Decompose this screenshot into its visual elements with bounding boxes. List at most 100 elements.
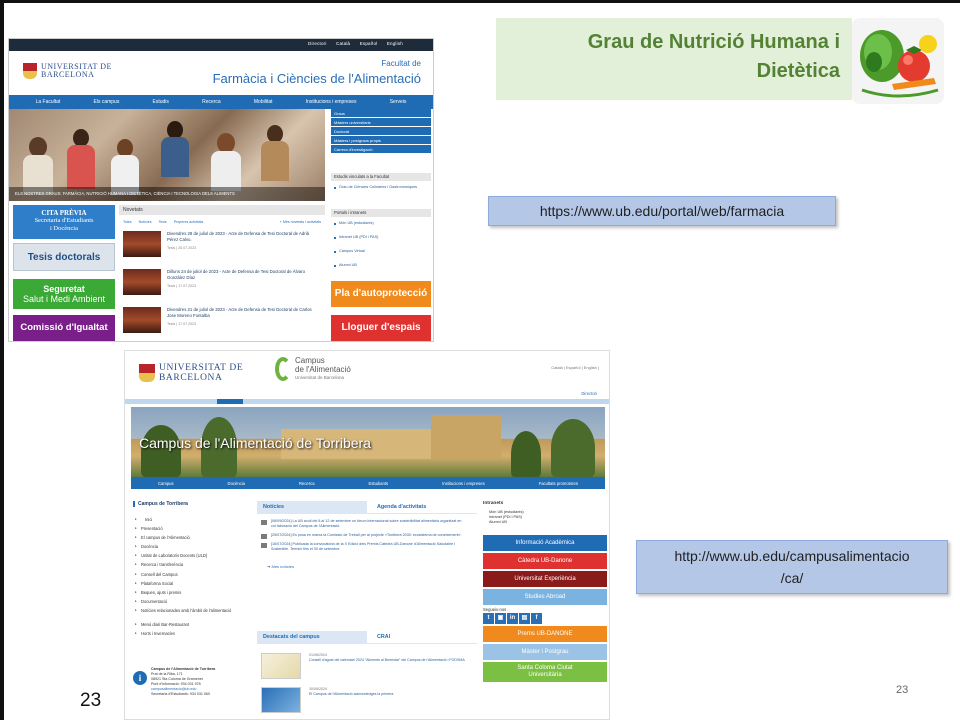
s1-menu-postgraus[interactable]: Màsters i postgraus propis [331, 136, 431, 145]
tab-destacats[interactable]: Destacats del campus [257, 631, 367, 644]
s1-news-more-link[interactable]: + Més novetats i activitats [280, 220, 321, 224]
sidebar-item-beques[interactable]: Beques, ajuts i premis [133, 590, 253, 599]
news-item[interactable]: [16/07/2024] Publicada la convocatòria d… [261, 542, 473, 552]
s2-ub-logo[interactable]: UNIVERSITAT DE BARCELONA [139, 363, 243, 383]
destacat-text[interactable]: Consell d'agost del calendari 2024 "Alim… [309, 658, 469, 663]
santa-coloma-button[interactable]: Santa Coloma Ciutat Universitària [483, 662, 607, 682]
slide-title-line2: Dietètica [756, 60, 840, 82]
campus-url-callout[interactable]: http://www.ub.edu/campusalimentacio /ca/ [636, 540, 948, 594]
list-item[interactable]: 30/06/2024 El Campus de l'Alimentació ac… [257, 683, 477, 717]
facebook-icon[interactable]: f [531, 613, 542, 624]
faculty-url-callout[interactable]: https://www.ub.edu/portal/web/farmacia [488, 196, 836, 226]
more-news-link[interactable]: ➔ Més notícies [261, 564, 473, 569]
s1-hero-image[interactable]: ELS NOSTRES GRAUS: FARMÀCIA, NUTRICIÓ HU… [9, 109, 325, 201]
s1-tab-totes[interactable]: Totes [123, 220, 132, 224]
twitter-icon[interactable]: t [483, 613, 494, 624]
sidebar-item-docencia[interactable]: Docència [133, 544, 253, 553]
s1-top-bar: Directori Català Español English [9, 39, 433, 51]
list-item[interactable]: Dilluns 24 de juliol de 2023 - Acte de D… [119, 267, 325, 305]
news-title[interactable]: Dilluns 24 de juliol de 2023 - Acte de D… [167, 269, 317, 280]
sidebar-item-plataforma[interactable]: Plataforma Social [133, 581, 253, 590]
s1-tesis-button[interactable]: Tesis doctorals [13, 243, 115, 271]
s1-link-english[interactable]: English [387, 41, 403, 46]
instagram-icon[interactable]: ▣ [495, 613, 506, 624]
slide-title-line1: Grau de Nutrició Humana i [587, 31, 840, 53]
s1-menu-masters[interactable]: Màsters universitaris [331, 118, 431, 127]
news-item[interactable]: [06/09/2024] La UB acull del 8 al 12 de … [261, 519, 473, 529]
s1-link-espanol[interactable]: Español [360, 41, 378, 46]
s2-left-title: Campus de Torribera [133, 501, 253, 507]
sidebar-item-documentacio[interactable]: Documentació [133, 599, 253, 608]
list-item[interactable]: 01/08/2024 Consell d'agost del calendari… [257, 649, 477, 683]
intranet-alumni[interactable]: Alumni UB [489, 520, 607, 525]
news-title[interactable]: Divendres 28 de juliol de 2023 - Acte de… [167, 231, 317, 242]
catedra-danone-button[interactable]: Càtedra UB-Danone [483, 553, 607, 569]
s1-autoproteccio-button[interactable]: Pla d'autoprotecció [331, 281, 431, 307]
s2-nav-facultats[interactable]: Facultats promotores [539, 481, 578, 486]
s2-campus-logo[interactable]: Campus de l'Alimentació Universitat de B… [275, 356, 351, 381]
sidebar-item-inici[interactable]: Inici [133, 517, 253, 526]
sidebar-item-recerca[interactable]: Recerca i transferència [133, 562, 253, 571]
sidebar-item-horts[interactable]: Horts i Invernacles [133, 631, 253, 640]
s1-link-directori[interactable]: Directori [308, 41, 327, 46]
sidebar-item-consell[interactable]: Consell del Campus [133, 572, 253, 581]
s1-tab-activitats[interactable]: Properes activitats [174, 220, 204, 224]
ub-crest-icon [139, 364, 155, 382]
sidebar-item-presentacio[interactable]: Presentació [133, 526, 253, 535]
news-title[interactable]: Divendres 21 de juliol de 2023 - Acte de… [167, 307, 317, 318]
s1-seguretat-button[interactable]: Seguretat Salut i Medi Ambient [13, 279, 115, 309]
s1-nav-mobilitat[interactable]: Mobilitat [254, 99, 273, 105]
s1-link-gastronomia[interactable]: Grau de Ciències Culinàries i Gastronòmi… [331, 185, 431, 199]
s2-directori-link[interactable]: Directori [581, 391, 597, 396]
page-number-left: 23 [80, 690, 102, 711]
news-item[interactable]: [25/07/2024] Es posa en marxa la Comissi… [261, 533, 473, 539]
sidebar-item-noticies[interactable]: Notícies relacionades amb l'àmbit de l'a… [133, 608, 253, 622]
sidebar-item-menu[interactable]: Menú diari Bar-Restaurant [133, 622, 253, 631]
s1-tab-noticies[interactable]: Notícies [139, 220, 152, 224]
list-item[interactable]: Divendres 21 de juliol de 2023 - Acte de… [119, 305, 325, 341]
s1-nav-campus[interactable]: Els campus [94, 99, 120, 105]
s1-nav-recerca[interactable]: Recerca [202, 99, 221, 105]
s1-nav-facultat[interactable]: La Facultat [36, 99, 61, 105]
s1-menu-graus[interactable]: Graus [331, 109, 431, 118]
s1-nav-institucions[interactable]: Institucions i empreses [306, 99, 357, 105]
s1-menu-carrera[interactable]: Carrera d'investigació [331, 145, 431, 154]
s1-portal-monub[interactable]: Món UB (estudiants) [331, 221, 431, 235]
sidebar-item-uld[interactable]: Unitat de Laboratoris Docents (ULD) [133, 553, 253, 562]
s2-nav-docencia[interactable]: Docència [228, 481, 245, 486]
s1-nav-serveis[interactable]: Serveis [390, 99, 407, 105]
s1-seguretat-line1: Seguretat [43, 284, 85, 294]
sidebar-item-campus[interactable]: El campus de l'Alimentació [133, 535, 253, 544]
s2-language-links[interactable]: Català | Español | English | [551, 365, 599, 370]
destacat-text[interactable]: El Campus de l'Alimentació acknowledges … [309, 692, 469, 697]
s1-portal-campus-virtual[interactable]: Campus Virtual [331, 249, 431, 263]
s1-tab-tesis[interactable]: Tesis [159, 220, 167, 224]
s2-nav-institucions[interactable]: Institucions i empreses [442, 481, 485, 486]
prems-danone-button[interactable]: Prems UB-DANONE [483, 626, 607, 642]
s1-lloguer-button[interactable]: Lloguer d'espais [331, 315, 431, 341]
s1-ub-logo[interactable]: UNIVERSITAT DE BARCELONA [23, 63, 112, 79]
s1-portal-alumni[interactable]: Alumni UB [331, 263, 431, 277]
s2-nav-campus[interactable]: Campus [158, 481, 174, 486]
master-postgrau-button[interactable]: Màster i Postgrau [483, 644, 607, 660]
s1-menu-doctorat[interactable]: Doctorat [331, 127, 431, 136]
tab-crai[interactable]: CRAI [367, 631, 477, 644]
s2-nav-estudiants[interactable]: Estudiants [369, 481, 389, 486]
more-news-label: Més notícies [271, 564, 294, 569]
s1-nav-estudis[interactable]: Estudis [153, 99, 169, 105]
linkedin-icon[interactable]: in [507, 613, 518, 624]
s2-nav-recerca[interactable]: Recerca [299, 481, 315, 486]
flickr-icon[interactable]: ▤ [519, 613, 530, 624]
s2-campus-banner: Campus de l'Alimentació de Torribera [131, 407, 605, 477]
s1-portal-intranet[interactable]: Intranet UB (PDI i PAS) [331, 235, 431, 249]
studies-abroad-button[interactable]: Studies Abroad [483, 589, 607, 605]
s2-intranets-title: Intranets [483, 501, 504, 506]
list-item[interactable]: Divendres 28 de juliol de 2023 - Acte de… [119, 229, 325, 267]
s1-link-catala[interactable]: Català [336, 41, 350, 46]
universitat-experiencia-button[interactable]: Universitat Experiència [483, 571, 607, 587]
s1-secretaria-button[interactable]: CITA PRÈVIA Secretaria d'Estudiants i Do… [13, 205, 115, 239]
tab-noticies[interactable]: Notícies [257, 501, 367, 514]
informacio-academica-button[interactable]: Informació Acadèmica [483, 535, 607, 551]
tab-agenda[interactable]: Agenda d'activitats [367, 501, 477, 514]
s1-igualtat-button[interactable]: Comissió d'Igualtat [13, 315, 115, 341]
